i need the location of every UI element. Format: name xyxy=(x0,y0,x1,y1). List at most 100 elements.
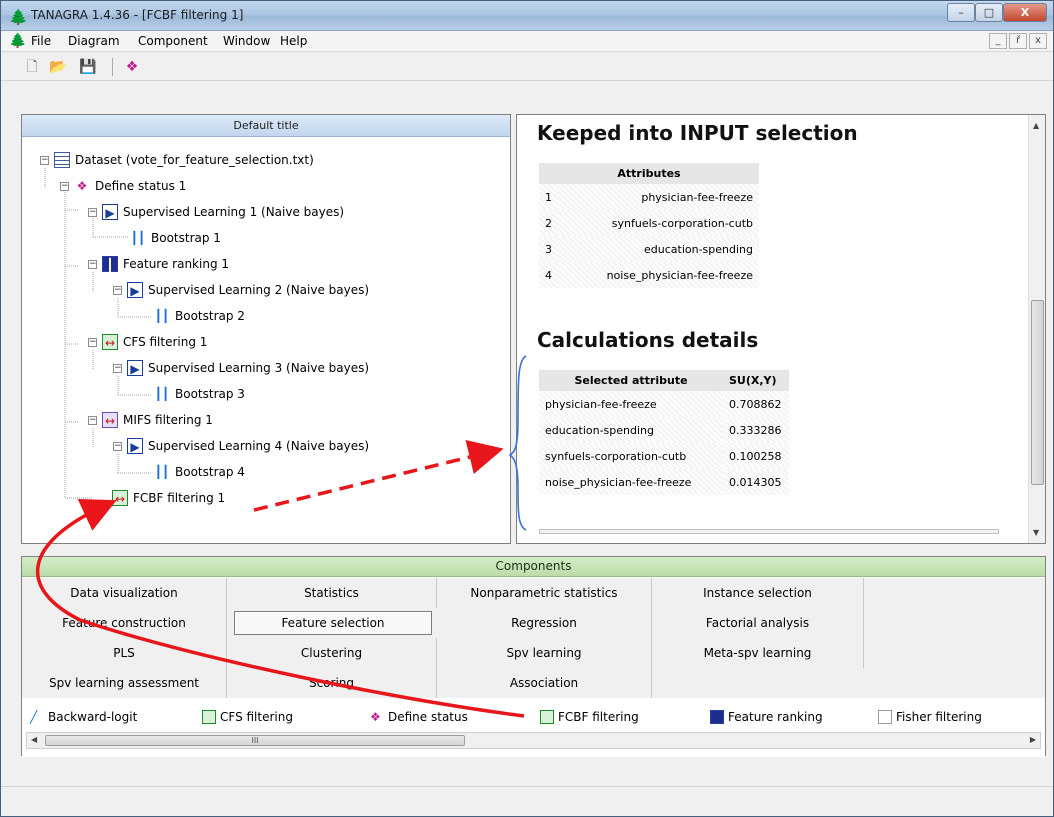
tree-node-label: MIFS filtering 1 xyxy=(123,413,213,427)
maximize-button[interactable]: □ xyxy=(975,3,1003,22)
component-label: Define status xyxy=(388,710,468,724)
supervised-learning-icon: ▶ xyxy=(127,282,143,298)
tab-clustering[interactable]: Clustering xyxy=(227,638,437,668)
tree-node-label: Bootstrap 4 xyxy=(175,465,245,479)
bootstrap-icon: ┃┃ xyxy=(154,309,170,323)
minimize-button[interactable]: – xyxy=(947,3,975,22)
component-label: Fisher filtering xyxy=(896,710,982,724)
results-panel: Keeped into INPUT selection Attributes 1… xyxy=(516,114,1046,544)
attribute-name: synfuels-corporation-cutb xyxy=(558,210,759,236)
collapse-toggle-icon[interactable]: − xyxy=(88,415,97,425)
tree-node-supervised-learning-4[interactable]: − ▶ Supervised Learning 4 (Naive bayes) xyxy=(113,438,369,454)
collapse-toggle-icon[interactable]: − xyxy=(40,155,49,165)
tree-node-define-status[interactable]: − ❖ Define status 1 xyxy=(60,178,186,194)
fisher-filtering-icon xyxy=(878,710,892,724)
scroll-down-icon[interactable]: ▼ xyxy=(1033,528,1039,537)
selected-attribute: synfuels-corporation-cutb xyxy=(539,443,723,469)
tab-factorial-analysis[interactable]: Factorial analysis xyxy=(652,608,864,638)
tab-statistics[interactable]: Statistics xyxy=(227,578,437,608)
title-bar[interactable]: 🌲 TANAGRA 1.4.36 - [FCBF filtering 1] – … xyxy=(1,1,1053,31)
tab-feature-construction[interactable]: Feature construction xyxy=(22,608,227,638)
diagram-panel: Default title − Dataset (vote_for_feature… xyxy=(21,114,511,544)
tab-spv-learning[interactable]: Spv learning xyxy=(437,638,652,668)
component-label: FCBF filtering xyxy=(558,710,639,724)
scroll-up-icon[interactable]: ▲ xyxy=(1033,121,1039,130)
menu-window[interactable]: Window xyxy=(223,34,270,48)
attribute-name: noise_physician-fee-freeze xyxy=(558,262,759,288)
tree-node-fcbf-filtering-1[interactable]: ↔ FCBF filtering 1 xyxy=(112,490,225,506)
tree-node-supervised-learning-1[interactable]: − ▶ Supervised Learning 1 (Naive bayes) xyxy=(88,204,344,220)
close-button[interactable]: X xyxy=(1003,3,1047,22)
component-label: Backward-logit xyxy=(48,710,138,724)
collapse-toggle-icon[interactable]: − xyxy=(88,337,97,347)
collapse-toggle-icon[interactable]: − xyxy=(88,207,97,217)
tab-nonparametric-statistics[interactable]: Nonparametric statistics xyxy=(437,578,652,608)
tab-pls[interactable]: PLS xyxy=(22,638,227,668)
calculations-details-heading: Calculations details xyxy=(537,328,759,352)
new-file-icon[interactable]: 🗋 xyxy=(23,58,41,76)
tab-instance-selection[interactable]: Instance selection xyxy=(652,578,864,608)
component-define-status[interactable]: ❖ Define status xyxy=(370,710,468,724)
collapse-toggle-icon[interactable]: − xyxy=(113,441,122,451)
tree-node-cfs-filtering-1[interactable]: − ↔ CFS filtering 1 xyxy=(88,334,207,350)
scroll-thumb[interactable]: III xyxy=(45,735,465,746)
open-folder-icon[interactable]: 📂 xyxy=(49,58,67,76)
mdi-close-button[interactable]: x xyxy=(1029,33,1047,49)
menu-diagram[interactable]: Diagram xyxy=(68,34,120,48)
tree-node-label: Dataset (vote_for_feature_selection.txt) xyxy=(75,153,314,167)
tree-node-bootstrap-3[interactable]: ┃┃ Bootstrap 3 xyxy=(154,386,245,402)
component-backward-logit[interactable]: ╱ Backward-logit xyxy=(30,710,137,724)
toolbar-separator xyxy=(112,58,113,76)
tab-feature-selection[interactable]: Feature selection xyxy=(234,611,432,635)
component-cfs-filtering[interactable]: CFS filtering xyxy=(202,710,293,724)
attributes-table: Attributes 1 physician-fee-freeze 2 synfue… xyxy=(539,163,759,288)
tree-node-bootstrap-4[interactable]: ┃┃ Bootstrap 4 xyxy=(154,464,245,480)
component-fcbf-filtering[interactable]: FCBF filtering xyxy=(540,710,639,724)
collapse-toggle-icon[interactable]: − xyxy=(113,363,122,373)
tree-node-bootstrap-1[interactable]: ┃┃ Bootstrap 1 xyxy=(130,230,221,246)
collapse-toggle-icon[interactable]: − xyxy=(60,181,69,191)
tree-node-label: Supervised Learning 2 (Naive bayes) xyxy=(148,283,370,297)
table-row: 3 education-spending xyxy=(539,236,759,262)
dataset-icon xyxy=(54,152,70,168)
tree-node-supervised-learning-3[interactable]: − ▶ Supervised Learning 3 (Naive bayes) xyxy=(113,360,369,376)
scroll-thumb[interactable] xyxy=(1031,300,1044,485)
tree-node-mifs-filtering-1[interactable]: − ↔ MIFS filtering 1 xyxy=(88,412,213,428)
component-categories: Data visualization Statistics Nonparamet… xyxy=(22,578,1045,698)
define-status-icon: ❖ xyxy=(76,179,88,193)
components-horizontal-scrollbar[interactable]: ◀ III ▶ xyxy=(26,732,1041,749)
tree-node-feature-ranking-1[interactable]: − ┃ Feature ranking 1 xyxy=(88,256,229,272)
tab-regression[interactable]: Regression xyxy=(437,608,652,638)
mdi-minimize-button[interactable]: _ xyxy=(989,33,1007,49)
component-feature-ranking[interactable]: Feature ranking xyxy=(710,710,823,724)
table-row: synfuels-corporation-cutb 0.100258 xyxy=(539,443,789,469)
component-label: CFS filtering xyxy=(220,710,293,724)
tree-node-dataset[interactable]: − Dataset (vote_for_feature_selection.txt… xyxy=(40,152,314,168)
save-disk-icon[interactable]: 💾 xyxy=(79,58,97,76)
su-value: 0.100258 xyxy=(723,443,789,469)
inner-horizontal-scrollbar[interactable] xyxy=(539,529,999,534)
tab-association[interactable]: Association xyxy=(437,668,652,698)
tab-scoring[interactable]: Scoring xyxy=(227,668,437,698)
component-fisher-filtering[interactable]: Fisher filtering xyxy=(878,710,982,724)
collapse-toggle-icon[interactable]: − xyxy=(113,285,122,295)
tab-spv-learning-assessment[interactable]: Spv learning assessment xyxy=(22,668,227,698)
tree-node-label: FCBF filtering 1 xyxy=(133,491,226,505)
tab-meta-spv-learning[interactable]: Meta-spv learning xyxy=(652,638,864,668)
menu-file[interactable]: File xyxy=(31,34,51,48)
tab-data-visualization[interactable]: Data visualization xyxy=(22,578,227,608)
selected-attribute: physician-fee-freeze xyxy=(539,391,723,417)
menu-help[interactable]: Help xyxy=(280,34,307,48)
collapse-toggle-icon[interactable]: − xyxy=(88,259,97,269)
row-index: 2 xyxy=(539,210,558,236)
scroll-right-icon[interactable]: ▶ xyxy=(1030,735,1036,744)
results-vertical-scrollbar[interactable]: ▲ ▼ xyxy=(1028,115,1045,543)
tree-node-supervised-learning-2[interactable]: − ▶ Supervised Learning 2 (Naive bayes) xyxy=(113,282,369,298)
menu-component[interactable]: Component xyxy=(138,34,208,48)
mdi-restore-button[interactable]: ř xyxy=(1009,33,1027,49)
scroll-left-icon[interactable]: ◀ xyxy=(31,735,37,744)
tree-node-bootstrap-2[interactable]: ┃┃ Bootstrap 2 xyxy=(154,308,245,324)
define-status-icon[interactable]: ❖ xyxy=(123,58,141,76)
app-window: 🌲 TANAGRA 1.4.36 - [FCBF filtering 1] – … xyxy=(0,0,1054,817)
diagram-title[interactable]: Default title xyxy=(22,115,510,137)
